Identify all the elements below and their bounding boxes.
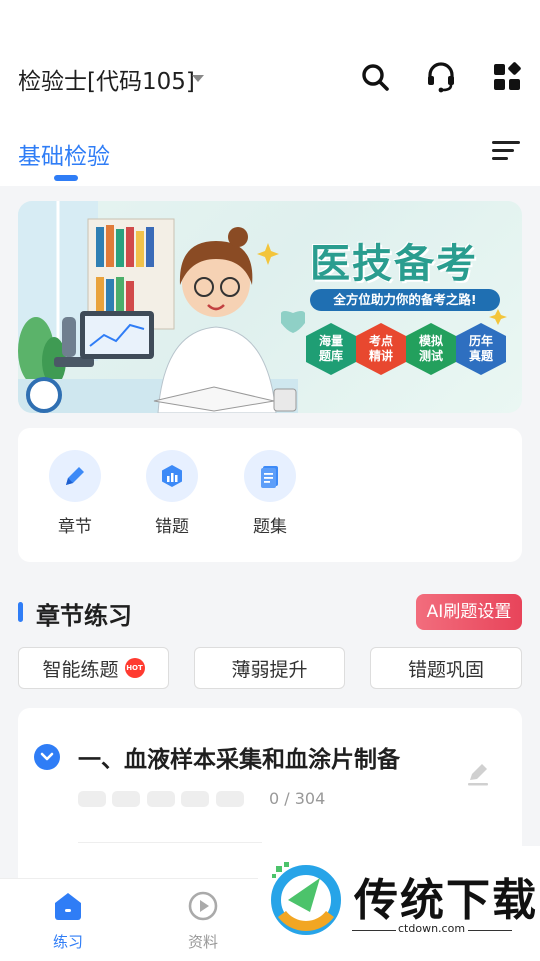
caret-down-icon[interactable] [192, 75, 204, 82]
section-accent-bar [18, 602, 23, 622]
watermark-logo-icon [271, 862, 341, 935]
wrong-consolidate-button[interactable]: 错题巩固 [370, 647, 522, 689]
promo-banner[interactable]: 医技备考 全方位助力你的备考之路! 海量 题库 考点 精讲 模拟 测试 历年 真… [18, 201, 522, 413]
hot-badge-icon: HOT [124, 658, 145, 678]
divider [352, 930, 396, 931]
tool-label: 题集 [253, 517, 287, 537]
ai-settings-button[interactable]: AI刷题设置 [416, 594, 522, 630]
tab-indicator [54, 175, 78, 181]
tool-chapter[interactable]: 章节 [35, 450, 115, 537]
play-icon [188, 891, 218, 921]
progress-segment [181, 791, 209, 807]
search-icon[interactable] [358, 60, 392, 94]
progress-segment [147, 791, 175, 807]
tool-question-set[interactable]: 题集 [230, 450, 310, 537]
headset-icon[interactable] [424, 60, 458, 94]
progress-segment [112, 791, 140, 807]
quick-tools-card: 章节 错题 题集 [18, 428, 522, 562]
nav-materials[interactable]: 资料 [163, 889, 243, 952]
document-icon [244, 450, 296, 502]
divider [468, 930, 512, 931]
edit-icon[interactable] [464, 760, 492, 788]
watermark: 传统下载 ctdown.com [258, 846, 540, 960]
nav-practice[interactable]: 练习 [28, 889, 108, 952]
banner-subtitle: 全方位助力你的备考之路! [310, 289, 500, 311]
menu-icon[interactable] [490, 138, 522, 164]
progress-segment [216, 791, 244, 807]
smart-practice-button[interactable]: 智能练题 HOT [18, 647, 169, 689]
divider [78, 842, 262, 843]
nav-label: 练习 [52, 933, 83, 951]
home-icon [55, 893, 81, 920]
button-label: 薄弱提升 [231, 658, 308, 681]
tool-wrong-questions[interactable]: 错题 [132, 450, 212, 537]
tab-basic-inspection[interactable]: 基础检验 [18, 137, 110, 171]
exam-title[interactable]: 检验士[代码105] [18, 62, 195, 96]
banner-title: 医技备考 [310, 241, 478, 287]
chart-icon [146, 450, 198, 502]
tool-label: 错题 [155, 517, 189, 537]
chevron-down-icon[interactable] [34, 744, 60, 770]
watermark-text: 传统下载 [354, 875, 538, 926]
apps-icon[interactable] [490, 60, 524, 94]
chapter-progress: 0 / 304 [269, 789, 326, 808]
section-title: 章节练习 [36, 602, 132, 630]
tool-label: 章节 [58, 517, 92, 537]
watermark-url: ctdown.com [398, 922, 466, 935]
pencil-icon [49, 450, 101, 502]
weak-improve-button[interactable]: 薄弱提升 [194, 647, 345, 689]
progress-segment [78, 791, 106, 807]
button-label: 错题巩固 [407, 658, 484, 681]
button-label: 智能练题 [42, 658, 119, 681]
nav-label: 资料 [187, 933, 218, 951]
chapter-title[interactable]: 一、血液样本采集和血涂片制备 [78, 740, 400, 774]
